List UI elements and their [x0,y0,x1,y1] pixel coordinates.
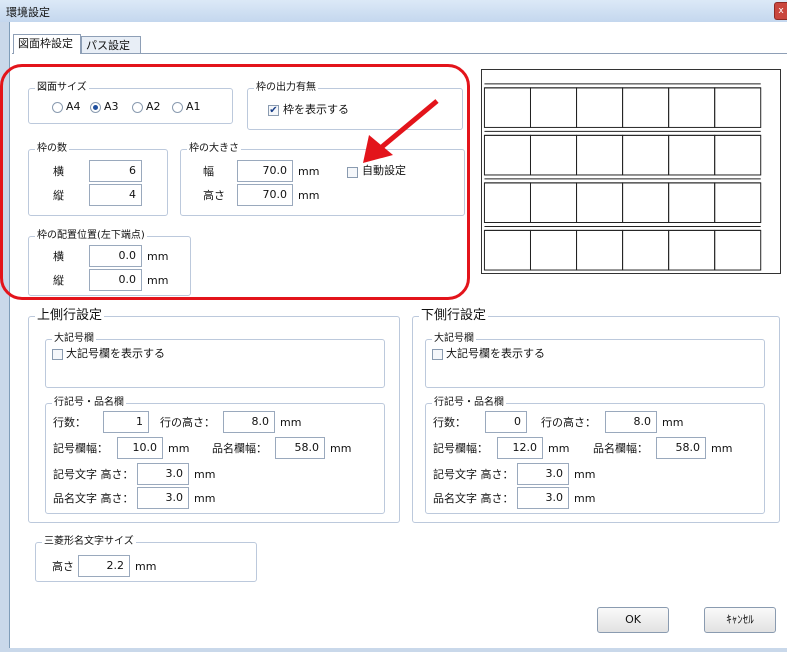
lower-name-text-label: 品名文字 高さ： [433,492,514,505]
lower-symbol-text-unit: mm [574,468,596,481]
preview-frame-cell [622,182,670,223]
lower-name-text-unit: mm [574,492,596,505]
window-title: 環境設定 [6,6,50,19]
preview-frame-cell [622,134,670,176]
diamond-text-height-unit: mm [135,560,157,573]
preview-frame-cell [668,182,716,223]
lower-symbol-text-input[interactable]: 3.0 [517,463,569,485]
lower-rows-count-input[interactable]: 0 [485,411,527,433]
lower-row-height-unit: mm [662,416,684,429]
ok-button[interactable]: OK [597,607,669,633]
upper-symbol-width-label: 記号欄幅： [53,442,108,455]
upper-rows-count-label: 行数： [53,416,86,429]
preview-frame-cell [483,87,531,128]
lower-symbol-width-input[interactable]: 12.0 [497,437,543,459]
upper-name-width-input[interactable]: 58.0 [275,437,325,459]
lower-big-symbol-label: 大記号欄を表示する [446,347,545,360]
upper-symbol-text-label: 記号文字 高さ： [53,468,134,481]
cancel-button[interactable]: ｷｬﾝｾﾙ [704,607,776,633]
preview-frame-cell [576,134,624,176]
lower-row-height-input[interactable]: 8.0 [605,411,657,433]
upper-symbol-width-input[interactable]: 10.0 [117,437,163,459]
upper-rows-count-input[interactable]: 1 [103,411,149,433]
preview-frame-cell [668,229,716,271]
preview-frame-cell [529,182,578,223]
lower-row-height-label: 行の高さ： [541,416,596,429]
tab-frame-settings[interactable]: 図面枠設定 [13,34,81,54]
upper-symbol-width-unit: mm [168,442,190,455]
lower-rows-count-label: 行数： [433,416,466,429]
lower-item-legend: 行記号・品名欄 [432,397,506,409]
lower-big-symbol-checkbox[interactable] [432,349,443,360]
red-arrow-icon [363,99,439,163]
diamond-text-legend: 三菱形名文字サイズ [42,536,136,548]
upper-name-text-unit: mm [194,492,216,505]
tab-path-settings[interactable]: パス設定 [81,36,141,54]
preview-frame-cell [483,229,531,271]
preview-frame-cell [529,87,578,128]
preview-frame-cell [483,134,531,176]
lower-name-text-input[interactable]: 3.0 [517,487,569,509]
upper-rows-legend: 上側行設定 [35,308,105,324]
frame-preview [481,69,781,274]
lower-rows-legend: 下側行設定 [419,308,489,324]
window-bottom-border [0,648,787,652]
lower-name-width-label: 品名欄幅： [593,442,648,455]
preview-frame-cell [576,182,624,223]
preview-frame-cell [714,182,762,223]
lower-name-width-unit: mm [711,442,733,455]
preview-frame-cell [668,87,716,128]
preview-frame-cell [576,229,624,271]
upper-big-symbol-label: 大記号欄を表示する [66,347,165,360]
preview-frame-cell [483,182,531,223]
upper-item-legend: 行記号・品名欄 [52,397,126,409]
upper-symbol-text-input[interactable]: 3.0 [137,463,189,485]
preview-frame-cell [714,134,762,176]
preview-frame-cell [668,134,716,176]
preview-frame-cell [714,87,762,128]
upper-big-symbol-checkbox[interactable] [52,349,63,360]
lower-symbol-text-label: 記号文字 高さ： [433,468,514,481]
tab-strip-line [12,53,787,54]
upper-name-text-label: 品名文字 高さ： [53,492,134,505]
upper-name-width-unit: mm [330,442,352,455]
diamond-text-height-input[interactable]: 2.2 [78,555,130,577]
upper-row-height-input[interactable]: 8.0 [223,411,275,433]
preview-frame-cell [622,87,670,128]
preview-frame-cell [714,229,762,271]
upper-row-height-label: 行の高さ： [160,416,215,429]
preview-frame-cell [622,229,670,271]
lower-symbol-width-label: 記号欄幅： [433,442,488,455]
preview-frame-cell [529,134,578,176]
title-bar: 環境設定 x [0,0,787,23]
upper-symbol-text-unit: mm [194,468,216,481]
preview-frame-cell [529,229,578,271]
upper-row-height-unit: mm [280,416,302,429]
close-button[interactable]: x [774,2,787,20]
upper-name-text-input[interactable]: 3.0 [137,487,189,509]
upper-name-width-label: 品名欄幅： [212,442,267,455]
lower-name-width-input[interactable]: 58.0 [656,437,706,459]
upper-big-symbol-legend: 大記号欄 [52,333,96,345]
lower-symbol-width-unit: mm [548,442,570,455]
preview-frame-cell [576,87,624,128]
diamond-text-height-label: 高さ [52,560,74,573]
lower-big-symbol-legend: 大記号欄 [432,333,476,345]
